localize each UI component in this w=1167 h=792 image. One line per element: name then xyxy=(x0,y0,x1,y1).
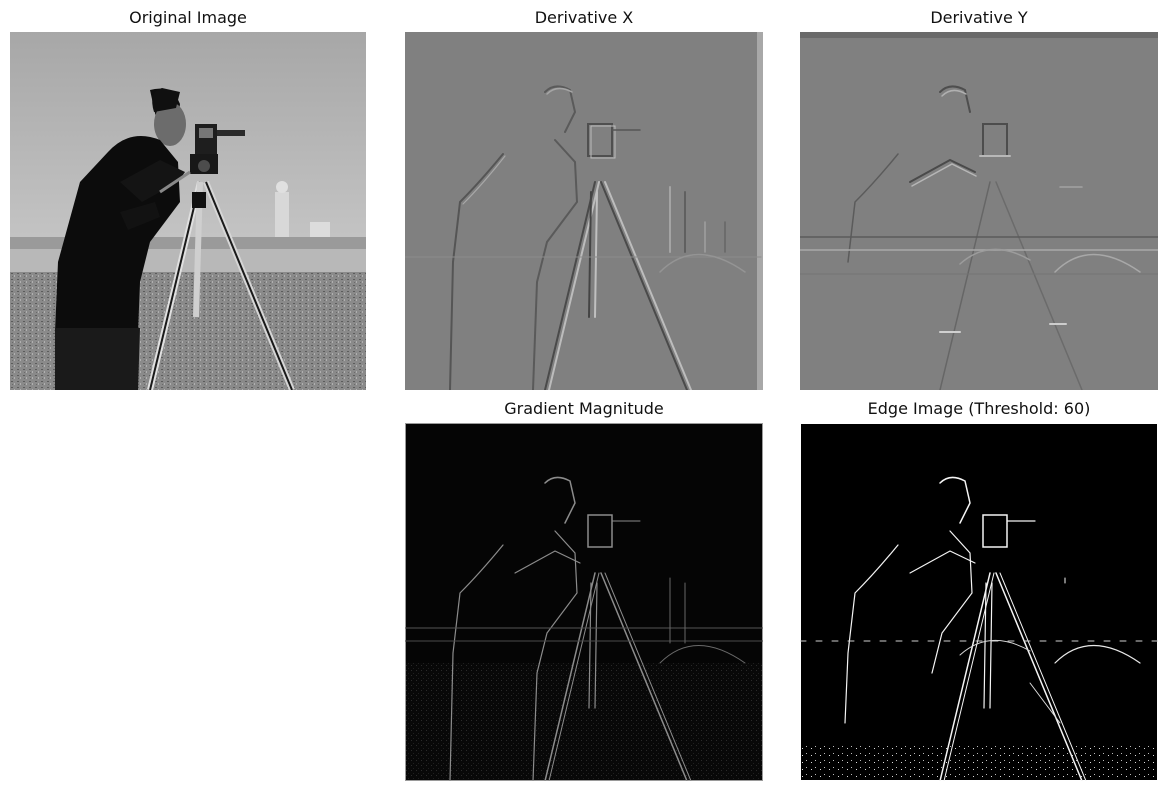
panel-original: Original Image xyxy=(10,6,366,392)
panel-title-original: Original Image xyxy=(129,8,247,27)
panel-title-derivative-x: Derivative X xyxy=(534,8,634,27)
derivative-y-image xyxy=(800,32,1158,390)
original-image xyxy=(10,32,366,390)
panel-derivative-x: Derivative X xyxy=(405,6,763,392)
derivative-x-image xyxy=(405,32,763,390)
panel-title-gradient-magnitude: Gradient Magnitude xyxy=(504,399,664,418)
panel-edge-image: Edge Image (Threshold: 60) xyxy=(800,397,1158,785)
gradient-magnitude-image xyxy=(405,423,763,781)
edge-image xyxy=(800,423,1158,781)
panel-derivative-y: Derivative Y xyxy=(800,6,1158,392)
panel-title-derivative-y: Derivative Y xyxy=(930,8,1028,27)
panel-gradient-magnitude: Gradient Magnitude xyxy=(405,397,763,785)
panel-title-edge-image: Edge Image (Threshold: 60) xyxy=(867,399,1091,418)
